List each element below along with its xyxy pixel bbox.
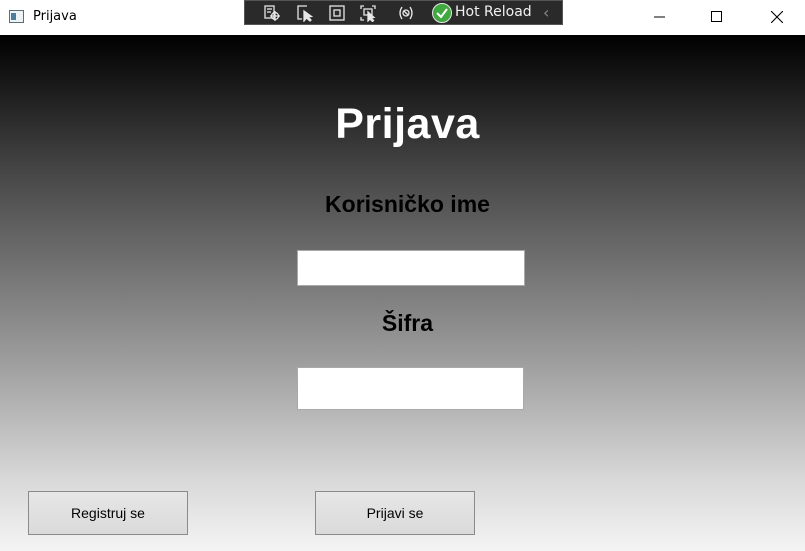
hot-reload-label[interactable]: Hot Reload	[455, 4, 532, 20]
window-title: Prijava	[33, 9, 77, 24]
binding-failures-icon[interactable]	[397, 4, 415, 22]
login-button[interactable]: Prijavi se	[315, 491, 475, 535]
select-element-icon[interactable]	[296, 4, 314, 22]
maximize-button[interactable]	[694, 0, 740, 35]
collapse-toolbar-icon[interactable]: ‹	[543, 3, 549, 22]
username-input[interactable]	[297, 250, 525, 286]
app-icon	[9, 10, 24, 23]
register-button[interactable]: Registruj se	[28, 491, 188, 535]
hot-reload-check-icon	[432, 3, 452, 23]
display-layout-adorners-icon[interactable]	[328, 4, 346, 22]
login-form-area: Prijava Korisničko ime Šifra Registruj s…	[0, 35, 805, 551]
xaml-debug-toolbar: Hot Reload ‹	[244, 0, 563, 25]
minimize-button[interactable]	[637, 0, 683, 35]
username-label: Korisničko ime	[325, 191, 490, 217]
track-focused-element-icon[interactable]	[359, 4, 377, 22]
window-title-bar: Prijava Hot Reload ‹	[0, 0, 805, 35]
password-label: Šifra	[381, 310, 434, 336]
live-visual-tree-icon[interactable]	[263, 4, 281, 22]
page-title: Prijava	[335, 100, 480, 148]
password-input[interactable]	[297, 367, 524, 410]
close-button[interactable]	[754, 0, 800, 35]
